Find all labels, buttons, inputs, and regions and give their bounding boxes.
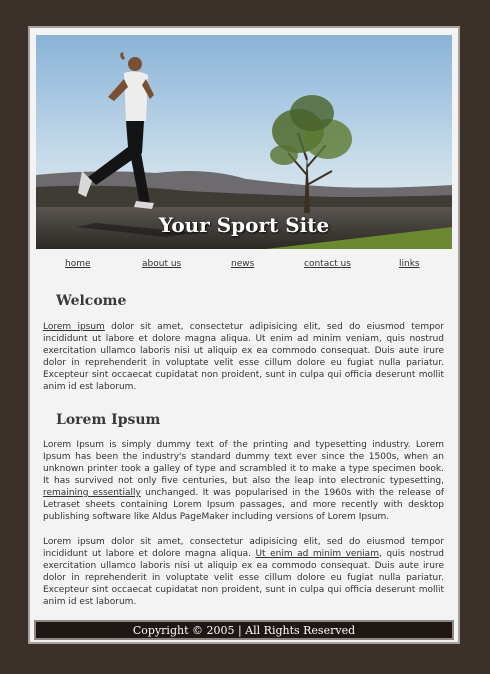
footer-bar: Copyright © 2005 | All Rights Reserved <box>34 620 454 640</box>
nav-about-us[interactable]: about us <box>142 259 181 269</box>
site-title: Your Sport Site <box>158 213 330 237</box>
welcome-heading: Welcome <box>56 293 127 309</box>
header-banner: Your Sport Site <box>36 35 452 249</box>
nav-home[interactable]: home <box>65 259 91 269</box>
nav-news[interactable]: news <box>231 259 254 269</box>
nav-contact-us[interactable]: contact us <box>304 259 351 269</box>
lorem-ipsum-heading: Lorem Ipsum <box>56 412 161 428</box>
page-container: Your Sport Site home about us news conta… <box>28 26 460 644</box>
ut-enim-link[interactable]: Ut enim ad minim veniam <box>255 549 379 559</box>
lorem-ipsum-link[interactable]: Lorem ipsum <box>43 322 105 332</box>
lorem-paragraph-1-text-a: Lorem Ipsum is simply dummy text of the … <box>43 440 444 486</box>
main-nav: home about us news contact us links <box>30 259 458 275</box>
welcome-paragraph: Lorem ipsum dolor sit amet, consectetur … <box>43 321 444 393</box>
lorem-paragraph-1: Lorem Ipsum is simply dummy text of the … <box>43 439 444 523</box>
remaining-essentially-link[interactable]: remaining essentially <box>43 488 141 498</box>
nav-links[interactable]: links <box>399 259 420 269</box>
welcome-paragraph-text: dolor sit amet, consectetur adipisicing … <box>43 322 445 392</box>
lorem-paragraph-2: Lorem ipsum dolor sit amet, consectetur … <box>43 536 444 608</box>
copyright-text: Copyright © 2005 | All Rights Reserved <box>132 623 356 637</box>
